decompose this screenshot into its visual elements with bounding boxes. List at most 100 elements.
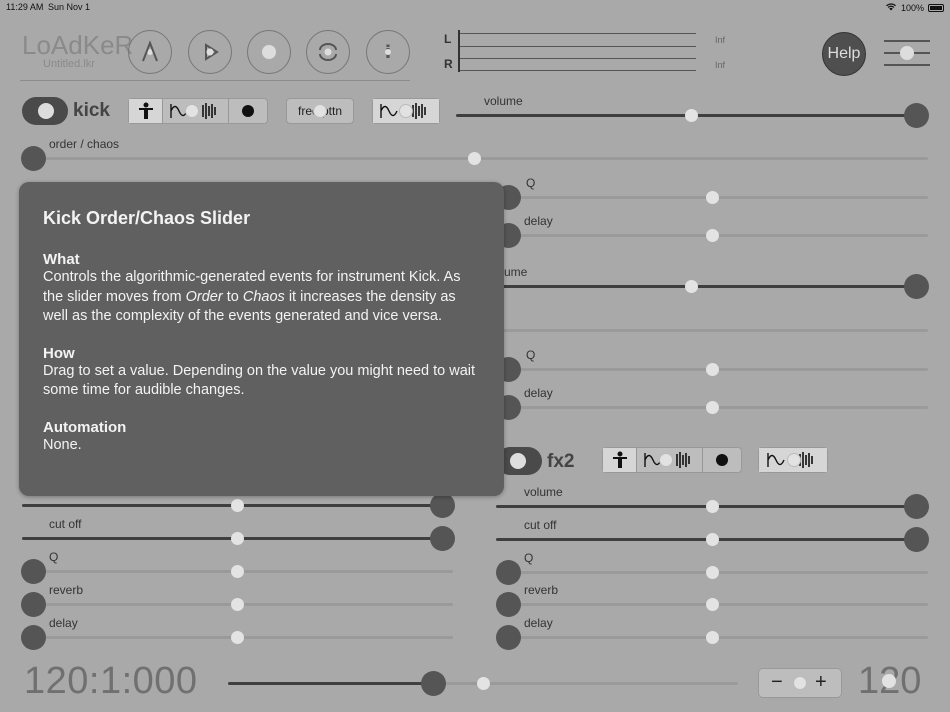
play-button[interactable] — [188, 30, 232, 74]
fx2-delay-slider[interactable]: delay — [496, 616, 928, 650]
bpm-increment-button[interactable]: + — [815, 671, 827, 694]
segment-dot[interactable] — [703, 448, 741, 472]
battery-percent: 100% — [900, 2, 924, 13]
tooltip-how-heading: How — [43, 344, 75, 362]
segment-waveform[interactable] — [373, 99, 439, 123]
help-tooltip: Kick Order/Chaos Slider What Controls th… — [19, 182, 504, 496]
kick-order-chaos-slider[interactable]: order / chaos — [21, 137, 928, 171]
fx1-cutoff-slider[interactable]: cut off — [22, 517, 455, 551]
slider-knob[interactable] — [430, 526, 455, 551]
slider-center-marker — [685, 280, 698, 293]
kick-free-pttn-button[interactable]: free pttn — [286, 98, 354, 124]
fx2-reverb-slider[interactable]: reverb — [496, 583, 928, 617]
slider-center-marker — [231, 532, 244, 545]
meter-left-label: L — [444, 32, 452, 46]
fx1-q-slider[interactable]: Q — [21, 550, 453, 584]
segment-thumb — [787, 453, 801, 467]
status-date: Sun Nov 1 — [48, 2, 91, 12]
kick-toggle[interactable] — [22, 97, 68, 125]
volume-slider[interactable]: ume — [456, 265, 929, 299]
loader-button[interactable] — [128, 30, 172, 74]
fx1-reverb-slider[interactable]: reverb — [21, 583, 453, 617]
fx1-cutoff-label: cut off — [49, 517, 82, 531]
segment-dot[interactable] — [229, 99, 267, 123]
slider-center-marker — [706, 401, 719, 414]
slider-knob[interactable] — [904, 274, 929, 299]
meter-line — [460, 33, 696, 34]
hidden-slider[interactable] — [456, 315, 928, 343]
header-divider — [20, 80, 410, 81]
q-slider[interactable]: Q — [496, 176, 928, 210]
slider-center-marker — [468, 152, 481, 165]
help-button[interactable]: Help — [822, 32, 866, 76]
meter-line — [460, 70, 696, 71]
figure-icon — [138, 102, 153, 119]
loop-button[interactable] — [306, 30, 350, 74]
battery-icon — [928, 3, 944, 12]
slider-knob[interactable] — [21, 592, 46, 617]
bpm-decrement-button[interactable]: − — [771, 671, 783, 694]
slider-center-marker — [706, 363, 719, 376]
fx2-waveform-selector[interactable] — [758, 447, 828, 473]
slider-center-marker — [706, 500, 719, 513]
slider-center-marker — [231, 598, 244, 611]
fx2-reverb-label: reverb — [524, 583, 559, 597]
slider-knob[interactable] — [21, 559, 46, 584]
record-icon — [262, 45, 276, 59]
fx2-volume-slider[interactable]: volume — [496, 485, 929, 519]
meter-line — [460, 46, 696, 47]
segment-waveform[interactable] — [759, 448, 827, 472]
meter-right-label: R — [444, 57, 453, 71]
tooltip-how-text: Drag to set a value. Depending on the va… — [43, 362, 476, 399]
record-button[interactable] — [247, 30, 291, 74]
segment-thumb — [399, 104, 413, 118]
q-label: Q — [526, 176, 536, 190]
loader-icon — [142, 40, 158, 62]
slider-center-marker — [706, 533, 719, 546]
slider-center-marker — [706, 631, 719, 644]
slider-knob[interactable] — [496, 560, 521, 585]
menu-button[interactable] — [884, 38, 930, 68]
file-name: Untitled.lkr — [43, 58, 95, 70]
bpm-stepper[interactable]: − + — [758, 668, 842, 698]
slider-knob[interactable] — [21, 625, 46, 650]
slider-center-marker — [231, 631, 244, 644]
kick-volume-label: volume — [484, 94, 523, 108]
fx1-delay-slider[interactable]: delay — [21, 616, 453, 650]
fx2-delay-label: delay — [524, 616, 553, 630]
slider-knob[interactable] — [21, 146, 46, 171]
q-slider-2[interactable]: Q — [496, 348, 928, 382]
fx2-cutoff-slider[interactable]: cut off — [496, 518, 929, 552]
segment-figure[interactable] — [129, 99, 163, 123]
delay-slider-2[interactable]: delay — [496, 386, 928, 420]
order-chaos-label: order / chaos — [49, 137, 120, 151]
slider-knob[interactable] — [496, 625, 521, 650]
slider-knob[interactable] — [421, 671, 446, 696]
segment-waveform[interactable] — [637, 448, 703, 472]
slider-knob[interactable] — [904, 494, 929, 519]
kick-volume-slider[interactable]: volume — [456, 94, 929, 128]
slider-center-marker — [231, 499, 244, 512]
slider-knob[interactable] — [496, 592, 521, 617]
delay-label: delay — [524, 214, 553, 228]
fx2-q-label: Q — [524, 551, 534, 565]
slider-knob[interactable] — [904, 527, 929, 552]
segment-figure[interactable] — [603, 448, 637, 472]
slider-knob[interactable] — [904, 103, 929, 128]
stepper-thumb — [793, 676, 807, 690]
slider-center-marker — [706, 566, 719, 579]
slider-knob[interactable] — [430, 493, 455, 518]
tooltip-what-heading: What — [43, 251, 80, 268]
segment-waveform[interactable] — [163, 99, 229, 123]
kick-waveform-selector[interactable] — [372, 98, 440, 124]
fx2-mode-selector[interactable] — [602, 447, 742, 473]
delay-slider[interactable]: delay — [496, 214, 928, 248]
segment-thumb — [659, 453, 673, 467]
info-button[interactable]: i — [366, 30, 410, 74]
slider-center-marker — [706, 598, 719, 611]
bpm-thumb — [882, 674, 896, 688]
fx2-q-slider[interactable]: Q — [496, 551, 928, 585]
kick-mode-selector[interactable] — [128, 98, 268, 124]
delay-label-2: delay — [524, 386, 553, 400]
song-position-slider[interactable] — [228, 668, 738, 696]
